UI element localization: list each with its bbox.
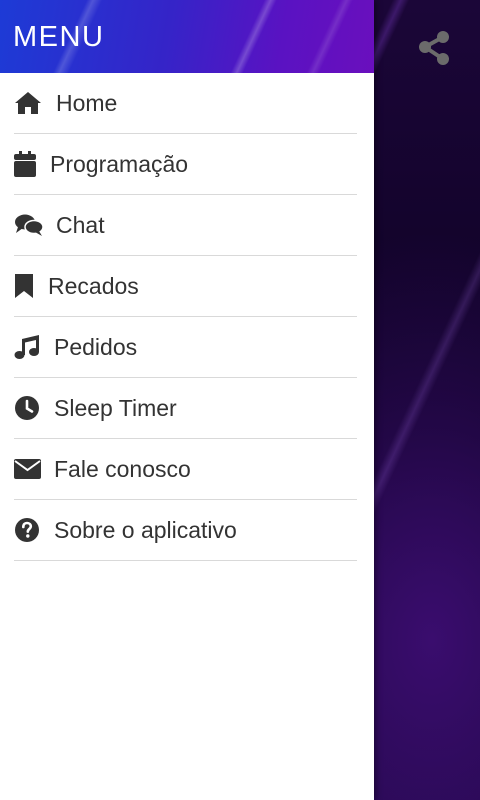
navigation-drawer: MENU Home Programação Chat Recados Pedid… (0, 0, 374, 800)
menu-item-fale-conosco[interactable]: Fale conosco (14, 439, 357, 500)
chat-icon (14, 211, 44, 239)
share-icon[interactable] (415, 28, 455, 68)
menu-item-recados[interactable]: Recados (14, 256, 357, 317)
menu-item-chat[interactable]: Chat (14, 195, 357, 256)
menu-item-label: Programação (50, 151, 189, 177)
menu-item-label: Fale conosco (54, 456, 191, 482)
calendar-icon (14, 150, 38, 178)
menu-item-home[interactable]: Home (14, 73, 357, 134)
bookmark-icon (14, 272, 36, 300)
envelope-icon (14, 455, 42, 483)
menu-item-label: Sobre o aplicativo (54, 517, 237, 543)
drawer-header: MENU (0, 0, 374, 73)
menu-item-label: Home (56, 90, 118, 116)
home-icon (14, 89, 42, 117)
menu-item-label: Chat (56, 212, 105, 238)
question-circle-icon (14, 516, 42, 544)
drawer-title: MENU (13, 21, 105, 53)
menu-item-programacao[interactable]: Programação (14, 134, 357, 195)
menu-item-sobre-o-aplicativo[interactable]: Sobre o aplicativo (14, 500, 357, 561)
music-icon (14, 333, 42, 361)
clock-icon (14, 394, 42, 422)
menu-item-label: Recados (48, 273, 139, 299)
menu-item-sleep-timer[interactable]: Sleep Timer (14, 378, 357, 439)
menu-list: Home Programação Chat Recados Pedidos Sl… (0, 73, 374, 561)
menu-item-label: Pedidos (54, 334, 138, 360)
menu-item-label: Sleep Timer (54, 395, 177, 421)
menu-item-pedidos[interactable]: Pedidos (14, 317, 357, 378)
